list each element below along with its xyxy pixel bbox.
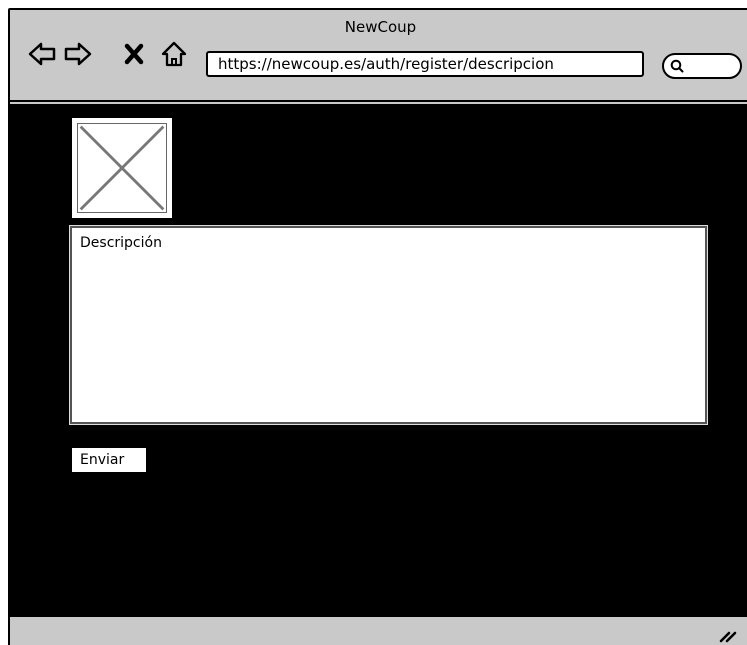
resize-grip-icon[interactable]: [717, 623, 737, 643]
home-button[interactable]: [160, 40, 188, 68]
browser-statusbar: [10, 615, 747, 645]
house-outline-icon: [161, 41, 187, 67]
address-bar[interactable]: https://newcoup.es/auth/register/descrip…: [206, 51, 644, 77]
back-button[interactable]: [28, 40, 56, 68]
image-placeholder-icon: [79, 125, 165, 211]
arrow-left-outline-icon: [28, 42, 56, 66]
stop-button[interactable]: [120, 40, 148, 68]
browser-titlebar: NewCoup https://newcoup.es/auth/register…: [10, 10, 747, 102]
description-textarea[interactable]: [69, 225, 708, 425]
arrow-right-outline-icon: [64, 42, 92, 66]
magnifier-icon: [670, 59, 684, 73]
search-field[interactable]: [662, 53, 742, 79]
browser-window: NewCoup https://newcoup.es/auth/register…: [8, 8, 747, 645]
forward-button[interactable]: [64, 40, 92, 68]
profile-image-placeholder[interactable]: [72, 118, 172, 218]
submit-button[interactable]: Enviar: [72, 448, 146, 472]
page-content: Descripción Enviar: [10, 104, 747, 619]
x-icon: [124, 43, 144, 65]
window-title: NewCoup: [344, 18, 417, 36]
